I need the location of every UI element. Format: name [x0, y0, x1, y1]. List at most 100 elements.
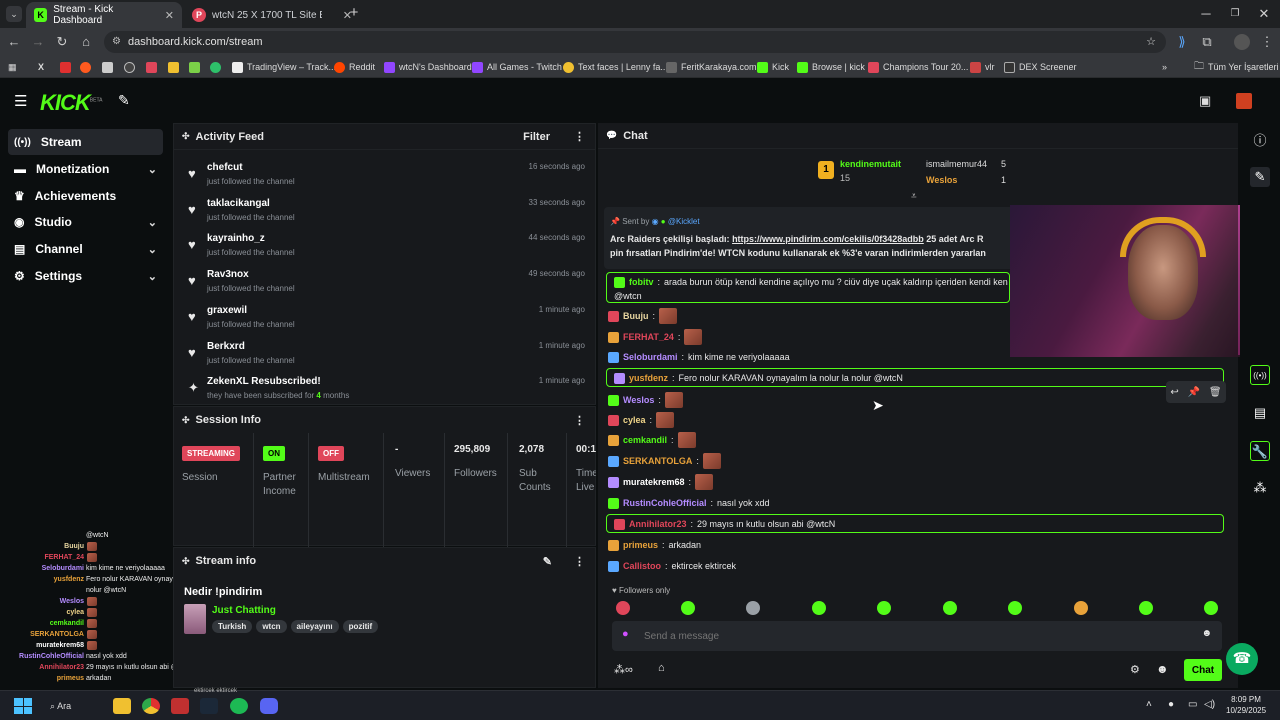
bookmark-dex-screener[interactable]: DEX Screener [1004, 59, 1077, 75]
maximize-icon[interactable]: ❐ [1227, 6, 1243, 22]
bookmark-icon[interactable] [102, 59, 113, 75]
quick-emote-icon[interactable] [1008, 601, 1022, 615]
send-chat-button[interactable]: Chat [1184, 659, 1222, 681]
file-explorer-icon[interactable] [113, 698, 131, 714]
discord-icon[interactable] [260, 698, 278, 714]
close-tab-icon[interactable]: ✕ [165, 9, 174, 22]
bookmark-star-icon[interactable]: ☆ [1146, 31, 1156, 53]
clock[interactable]: 8:09 PM 10/29/2025 [1226, 694, 1266, 716]
reply-icon[interactable]: ↩ [1170, 387, 1178, 398]
bookmark-icon[interactable] [189, 59, 200, 75]
streaming-app-icon[interactable] [171, 698, 189, 714]
activity-name[interactable]: ZekenXL Resubscribed! [207, 376, 321, 387]
tag-chip[interactable]: pozitif [342, 620, 379, 633]
bookmark-vlr[interactable]: vlr [970, 59, 995, 75]
chat-username[interactable]: cylea [623, 415, 646, 425]
chat-username[interactable]: primeus [623, 540, 658, 550]
chat-message[interactable]: yusfdenz: Fero nolur KARAVAN oynayalım la… [614, 369, 903, 387]
more-bookmarks-icon[interactable]: » [1162, 59, 1167, 75]
chat-username[interactable]: Seloburdami [623, 352, 678, 362]
spotify-icon[interactable] [230, 698, 248, 714]
tab-kick-dashboard[interactable]: K Stream - Kick Dashboard ✕ [26, 2, 182, 28]
hamburger-menu-icon[interactable]: ☰ [14, 92, 27, 110]
bookmark-all-games[interactable]: All Games - Twitch [472, 59, 562, 75]
tag-chip[interactable]: aileyayını [290, 620, 339, 633]
back-icon[interactable]: ← [6, 34, 22, 50]
bookmark-feritkarakaya[interactable]: FeritKarakaya.com [666, 59, 757, 75]
quick-emote-icon[interactable] [943, 601, 957, 615]
chat-username[interactable]: RustinCohleOfficial [623, 498, 707, 508]
chat-users-icon[interactable]: ☻ [1156, 662, 1169, 676]
bookmark-icon[interactable] [146, 59, 157, 75]
kick-logo[interactable]: KICKBETA [40, 90, 102, 116]
forward-icon[interactable]: → [30, 34, 46, 50]
chat-username[interactable]: muratekrem68 [623, 477, 685, 487]
activity-name[interactable]: kayrainho_z [207, 233, 265, 244]
sidebar-item-monetization[interactable]: ▬ Monetization ⌄ [8, 156, 163, 182]
tab-wtcn-site[interactable]: P wtcN 25 X 1700 TL Site Bakiyes ✕ [184, 2, 360, 28]
tab-list-button[interactable]: ⌄ [6, 6, 22, 22]
filter-button[interactable]: Filter [523, 131, 550, 143]
sidebar-item-studio[interactable]: ◉ Studio ⌄ [8, 209, 163, 235]
category-link[interactable]: Just Chatting [212, 605, 276, 616]
quick-emote-icon[interactable] [1074, 601, 1088, 615]
more-options-icon[interactable]: ⋮ [574, 555, 585, 568]
bookmark-wtcn-dashboard[interactable]: wtcN's Dashboard [384, 59, 472, 75]
profile-avatar-icon[interactable] [1234, 34, 1250, 50]
info-icon[interactable]: ⓘ [1250, 131, 1270, 151]
bookmark-icon[interactable] [168, 59, 179, 75]
chat-username[interactable]: Annihilator23 [629, 519, 687, 529]
sidebar-item-achievements[interactable]: ♛ Achievements [8, 183, 163, 209]
pinned-link[interactable]: https://www.pindirim.com/cekilis/0f3428a… [732, 234, 924, 244]
taskbar-search[interactable]: ⌕ Ara [50, 696, 100, 716]
activity-name[interactable]: graxewil [207, 305, 247, 316]
microphone-icon[interactable]: ● [622, 628, 629, 640]
volume-icon[interactable]: ◁) [1204, 699, 1215, 710]
home-icon[interactable]: ⌂ [78, 34, 94, 50]
activity-name[interactable]: Rav3nox [207, 269, 249, 280]
steam-icon[interactable] [200, 698, 218, 714]
bookmark-kick[interactable]: Kick [757, 59, 789, 75]
drag-handle-icon[interactable]: ✣ [182, 131, 190, 142]
close-window-icon[interactable]: ✕ [1256, 6, 1272, 22]
expand-leaderboard-icon[interactable]: ⩡ [911, 191, 917, 202]
emoji-picker-icon[interactable]: ☻ [1201, 628, 1212, 639]
chat-username[interactable]: Buuju [623, 311, 649, 321]
minimize-icon[interactable]: ─ [1198, 6, 1214, 22]
chat-message[interactable]: cylea: [608, 411, 678, 429]
chat-message[interactable]: primeus: arkadan [608, 536, 701, 554]
creator-tools-icon[interactable]: ✎ [118, 92, 130, 109]
quick-emote-icon[interactable] [812, 601, 826, 615]
pin-message-icon[interactable]: 📌 [1188, 387, 1200, 398]
windows-start-icon[interactable] [14, 698, 32, 714]
quick-emote-icon[interactable] [746, 601, 760, 615]
tag-chip[interactable]: wtcn [256, 620, 287, 633]
browser-menu-icon[interactable]: ⋮ [1259, 34, 1275, 50]
activity-name[interactable]: taklacikangal [207, 198, 270, 209]
extension-icon[interactable]: ⟫ [1174, 34, 1190, 50]
apps-icon[interactable]: ▦ [8, 59, 17, 75]
chat-message-input[interactable] [644, 627, 1184, 645]
store-icon[interactable]: ⌂ [658, 662, 665, 674]
sidebar-item-settings[interactable]: ⚙ Settings ⌄ [8, 263, 163, 289]
edit-icon[interactable]: ✎ [1250, 167, 1270, 187]
chat-settings-icon[interactable]: ⚙ [1130, 663, 1140, 676]
sidebar-item-stream[interactable]: ((•)) Stream [8, 129, 163, 155]
chat-input-box[interactable]: ● ☻ [612, 621, 1222, 651]
chat-message[interactable]: Seloburdami: kim kime ne veriyolaaaaa [608, 348, 790, 366]
chat-message[interactable]: Callistoo: ektircek ektircek [608, 557, 736, 575]
chat-username[interactable]: yusfdenz [629, 373, 668, 383]
bookmark-tradingview[interactable]: TradingView – Track... [232, 59, 336, 75]
quick-emote-icon[interactable] [616, 601, 630, 615]
chat-message[interactable]: Buuju: [608, 307, 681, 325]
chat-message[interactable]: Weslos: [608, 391, 687, 409]
edit-pencil-icon[interactable]: ✎ [543, 555, 552, 568]
url-input[interactable]: ⚙ dashboard.kick.com/stream ☆ [104, 31, 1166, 53]
more-options-icon[interactable]: ⋮ [574, 414, 585, 427]
broadcast-tool-icon[interactable]: ((•)) [1250, 365, 1270, 385]
chat-username[interactable]: SERKANTOLGA [623, 456, 692, 466]
chat-message[interactable]: SERKANTOLGA: [608, 452, 725, 470]
bookmark-text-faces[interactable]: Text faces | Lenny fa... [563, 59, 668, 75]
all-bookmarks-folder[interactable]: 🗀 Tüm Yer İşaretleri [1194, 59, 1279, 75]
chat-message[interactable]: RustinCohleOfficial: nasıl yok xdd [608, 494, 770, 512]
